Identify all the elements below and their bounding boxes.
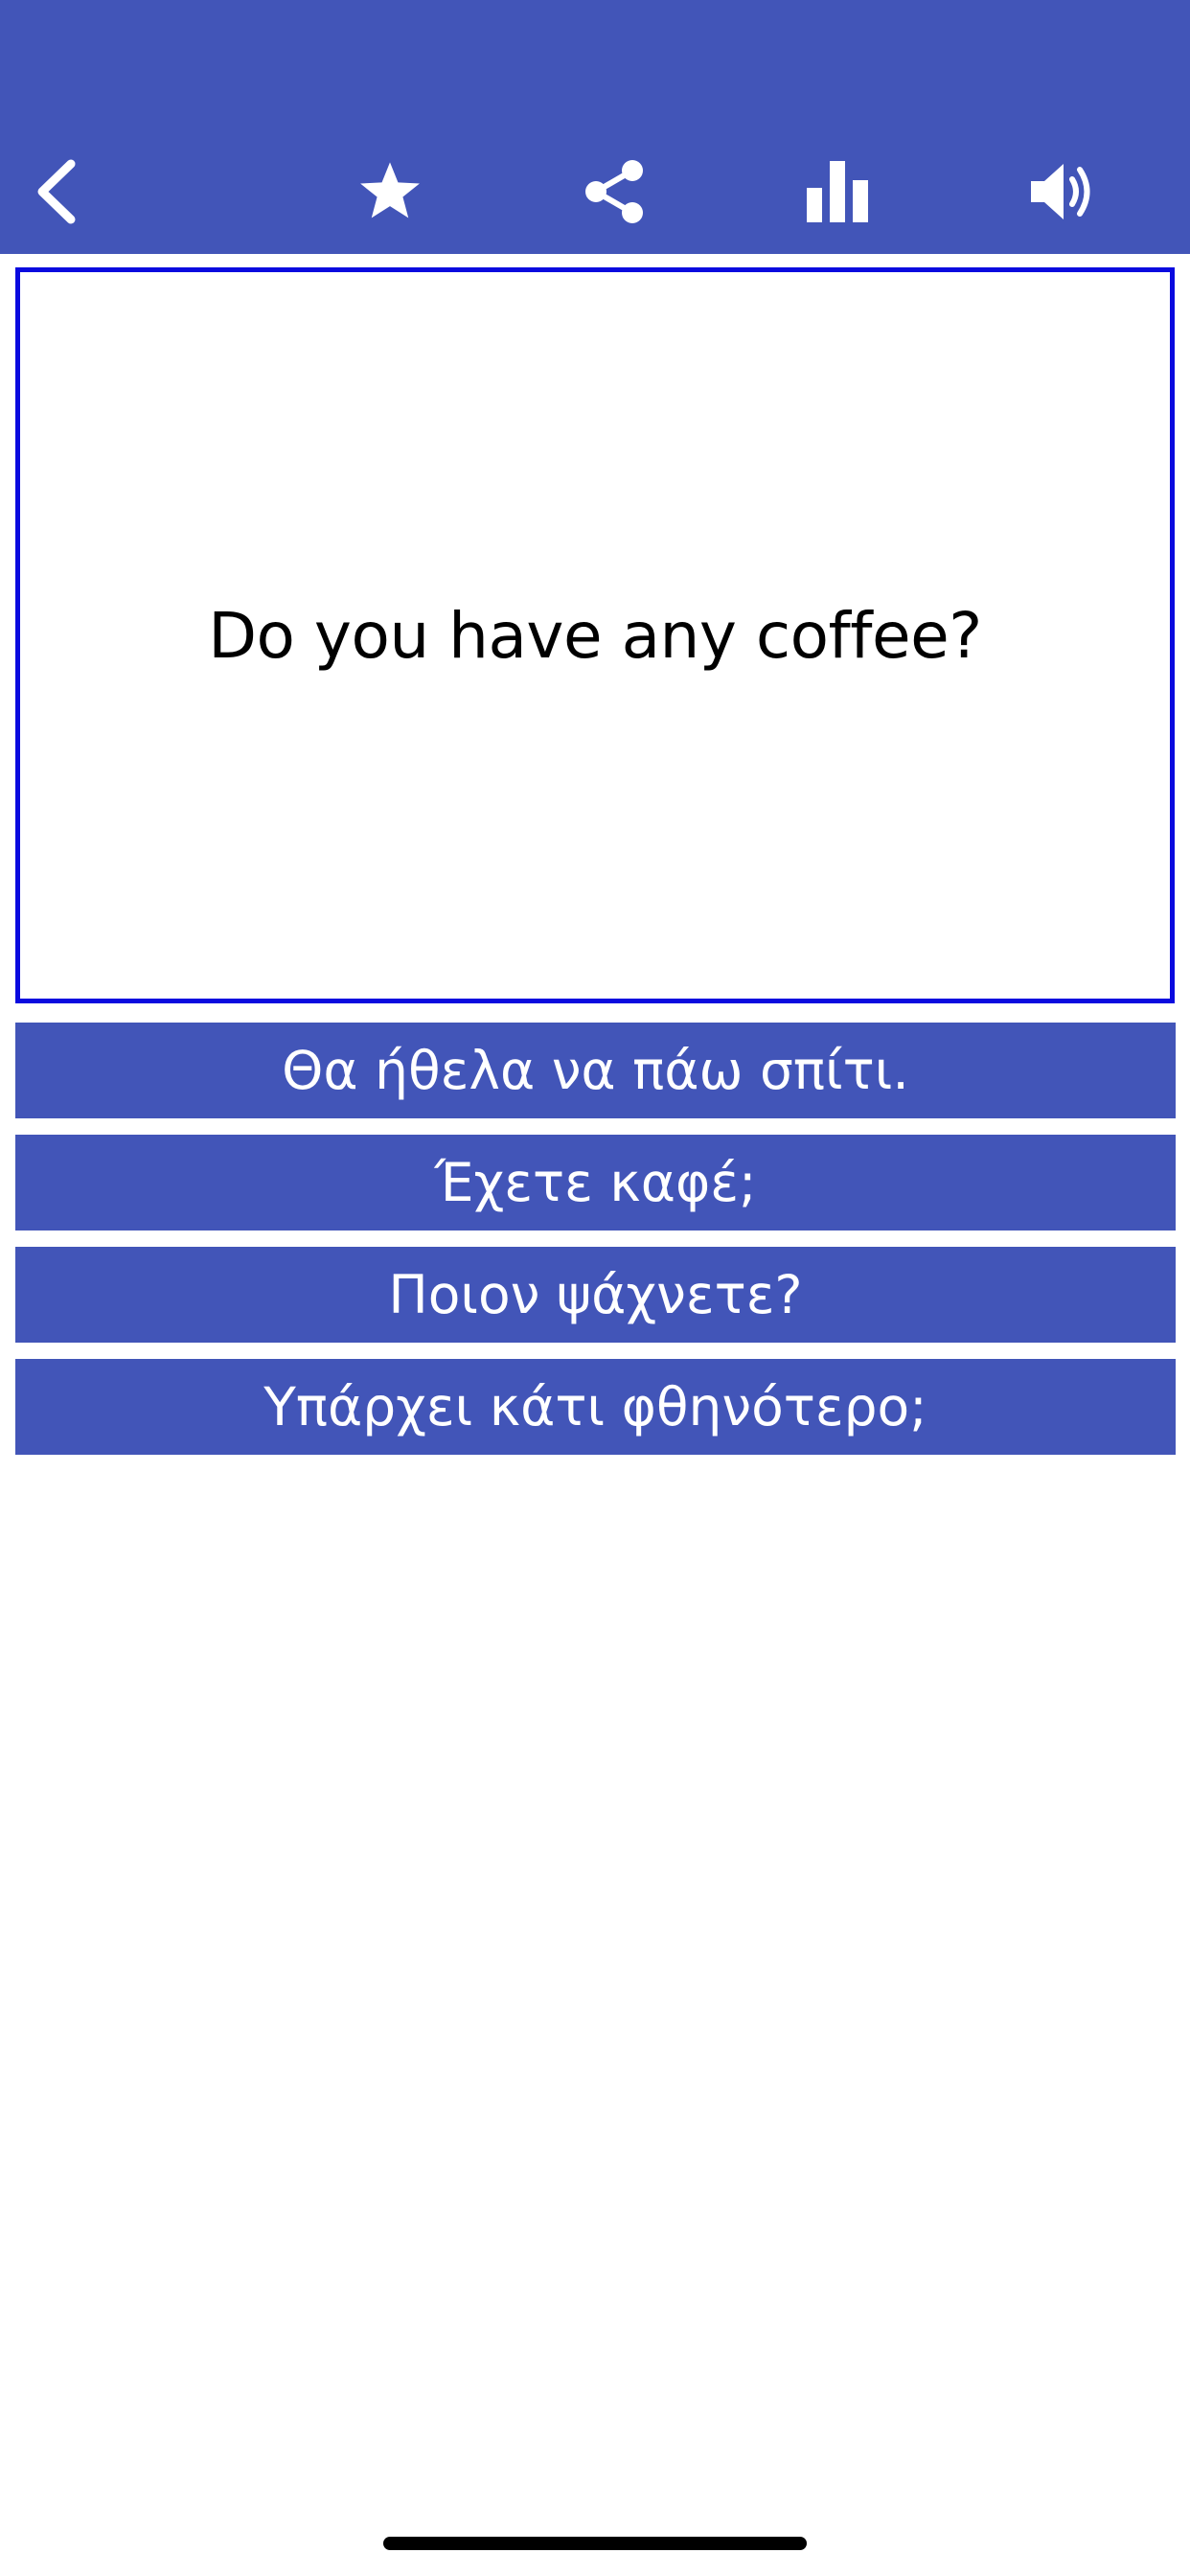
question-card: Do you have any coffee? xyxy=(15,267,1175,1003)
top-toolbar xyxy=(0,0,1190,254)
home-indicator xyxy=(383,2537,807,2550)
audio-button[interactable] xyxy=(1019,149,1106,235)
chevron-left-icon xyxy=(37,159,76,224)
answer-option-4[interactable]: Υπάρχει κάτι φθηνότερο; xyxy=(15,1359,1176,1455)
favorite-button[interactable] xyxy=(347,149,433,235)
share-icon xyxy=(585,160,643,223)
stats-button[interactable] xyxy=(795,149,881,235)
answer-list: Θα ήθελα να πάω σπίτι. Έχετε καφέ; Ποιον… xyxy=(15,1023,1176,1471)
back-button[interactable] xyxy=(17,144,94,240)
question-text: Do you have any coffee? xyxy=(208,598,982,673)
answer-option-3[interactable]: Ποιον ψάχνετε? xyxy=(15,1247,1176,1343)
answer-option-2[interactable]: Έχετε καφέ; xyxy=(15,1135,1176,1230)
share-button[interactable] xyxy=(571,149,657,235)
star-icon xyxy=(360,162,420,218)
bar-chart-icon xyxy=(807,161,868,222)
answer-option-1[interactable]: Θα ήθελα να πάω σπίτι. xyxy=(15,1023,1176,1118)
speaker-icon xyxy=(1031,164,1090,219)
